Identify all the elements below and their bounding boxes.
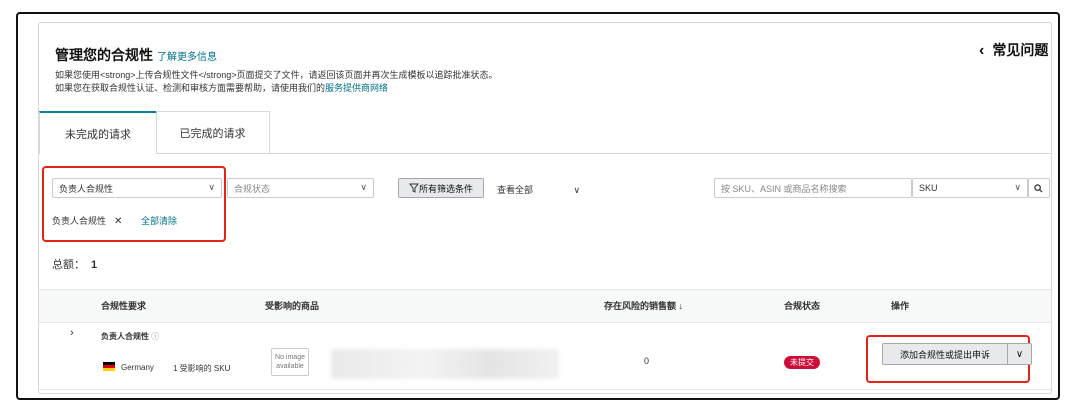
total-count: 总额： 1 — [52, 256, 97, 272]
germany-flag-icon — [103, 362, 115, 371]
service-provider-link[interactable]: 服务提供商网络 — [325, 83, 388, 93]
add-compliance-or-appeal-button[interactable]: 添加合规性或提出申诉 — [882, 343, 1008, 365]
column-header-sales-at-risk-label: 存在风险的销售额 — [604, 301, 677, 311]
chevron-down-icon: ∨ — [360, 182, 367, 192]
view-all-label: 查看全部 — [497, 185, 534, 195]
close-icon[interactable]: ✕ — [114, 216, 122, 227]
status-badge: 未提交 — [784, 356, 820, 369]
all-filters-button[interactable]: 所有筛选条件 — [398, 178, 484, 198]
description-line-2-text: 如果您在获取合规性认证、检测和审核方面需要帮助，请使用我们的 — [55, 83, 326, 93]
search-type-select[interactable]: SKU ∨ — [912, 178, 1028, 198]
compliance-status-select[interactable]: 合规状态 ∨ — [227, 178, 374, 198]
description-line-1: 如果您使用<strong>上传合规性文件</strong>页面提交了文件，请返回… — [55, 70, 498, 80]
learn-more-link[interactable]: 了解更多信息 — [157, 48, 217, 63]
total-value: 1 — [91, 259, 98, 271]
row-sales-at-risk: 0 — [644, 356, 650, 366]
chevron-down-icon: ∨ — [573, 185, 581, 195]
row-requirement-label: 负责人合规性 — [101, 332, 149, 341]
row-country: Germany — [121, 363, 154, 372]
description-line-2: 如果您在获取合规性认证、检测和审核方面需要帮助，请使用我们的服务提供商网络 — [55, 81, 388, 94]
page-title: 管理您的合规性 — [55, 47, 153, 63]
compliance-status-placeholder: 合规状态 — [234, 183, 271, 194]
total-label: 总额： — [52, 259, 85, 271]
column-header-sales-at-risk[interactable]: 存在风险的销售额 ↓ — [604, 299, 683, 312]
chevron-down-icon: ∨ — [208, 182, 215, 192]
column-header-actions: 操作 — [891, 301, 910, 311]
column-header-affected-items: 受影响的商品 — [265, 301, 320, 311]
compliance-panel: 管理您的合规性 了解更多信息 如果您使用<strong>上传合规性文件</str… — [38, 22, 1052, 394]
action-dropdown-button[interactable]: ∨ — [1007, 343, 1032, 365]
row-requirement: 负责人合规性 ⓘ — [101, 331, 159, 342]
search-type-value: SKU — [919, 183, 938, 193]
search-input[interactable]: 按 SKU、ASIN 或商品名称搜索 — [714, 178, 912, 198]
filter-chip-label: 负责人合规性 — [52, 216, 107, 226]
column-header-status: 合规状态 — [784, 301, 821, 311]
info-icon[interactable]: ⓘ — [151, 332, 159, 341]
responsible-select-value: 负责人合规性 — [59, 183, 114, 194]
row-affected-skus: 1 受影响的 SKU — [173, 364, 231, 373]
tab-open-requests[interactable]: 未完成的请求 — [39, 111, 157, 154]
clear-all-link[interactable]: 全部清除 — [141, 214, 177, 227]
search-icon — [1034, 183, 1043, 193]
all-filters-label: 所有筛选条件 — [418, 183, 473, 194]
tab-completed-requests[interactable]: 已完成的请求 — [156, 111, 270, 154]
expand-row-icon[interactable]: › — [70, 327, 74, 339]
search-placeholder: 按 SKU、ASIN 或商品名称搜索 — [721, 183, 847, 194]
filter-icon — [408, 183, 419, 193]
view-all-select[interactable]: 查看全部 ∨ — [497, 183, 580, 196]
product-title-blurred — [331, 349, 559, 379]
faq-toggle[interactable]: ‹ 常见问题 — [979, 40, 1048, 60]
chevron-down-icon: ∨ — [1015, 348, 1024, 360]
chevron-left-icon: ‹ — [979, 42, 985, 59]
chevron-down-icon: ∨ — [1014, 182, 1021, 192]
tab-label: 未完成的请求 — [65, 128, 131, 141]
filter-chip: 负责人合规性 ✕ — [52, 214, 122, 227]
faq-label: 常见问题 — [992, 42, 1049, 58]
column-header-requirement: 合规性要求 — [101, 301, 147, 311]
no-image-placeholder: No image available — [271, 348, 309, 376]
browser-frame: 管理您的合规性 了解更多信息 如果您使用<strong>上传合规性文件</str… — [16, 12, 1060, 400]
responsible-select[interactable]: 负责人合规性 ∨ — [52, 178, 222, 198]
search-button[interactable] — [1028, 178, 1050, 198]
arrow-down-icon: ↓ — [678, 301, 684, 311]
tab-label: 已完成的请求 — [179, 128, 246, 140]
row-divider — [39, 389, 1051, 390]
